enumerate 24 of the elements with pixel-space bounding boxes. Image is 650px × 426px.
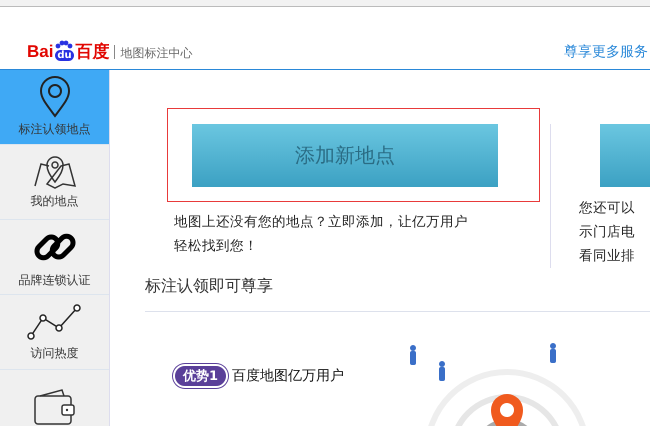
benefit-text: 百度地图亿万用户: [232, 367, 344, 385]
description-text: 地图上还没有您的地点？立即添加，让亿万用户: [174, 213, 469, 232]
section-title: 标注认领即可尊享: [145, 276, 274, 297]
sidebar-item[interactable]: 品牌连锁认证: [0, 220, 109, 295]
benefit-badge: 优势1: [173, 364, 228, 388]
logo-text: 百度: [75, 43, 110, 61]
description-text: 您还可以: [579, 199, 636, 218]
description-text: 轻松找到您！: [174, 237, 259, 256]
logo-text: Bai: [27, 43, 54, 61]
sidebar-label: 访问热度: [30, 345, 78, 362]
wallet-icon: [32, 388, 78, 426]
sidebar-label: 标注认领地点: [18, 121, 90, 138]
sidebar-item[interactable]: 我的地点: [0, 145, 109, 220]
map-pin-icon: [32, 154, 76, 190]
sidebar-item[interactable]: 标注认领地点: [0, 70, 109, 145]
description-text: 看同业排: [579, 247, 636, 266]
location-pin-icon: [38, 76, 72, 118]
more-services-link[interactable]: 尊享更多服务: [564, 43, 648, 61]
sidebar-item[interactable]: 访问热度: [0, 295, 109, 370]
sidebar-label: 品牌连锁认证: [18, 272, 90, 289]
sidebar-label: 我的地点: [30, 193, 78, 210]
site-subtitle: 地图标注中心: [120, 45, 192, 61]
description-text: 示门店电: [579, 223, 636, 242]
line-chart-icon: [26, 302, 82, 342]
